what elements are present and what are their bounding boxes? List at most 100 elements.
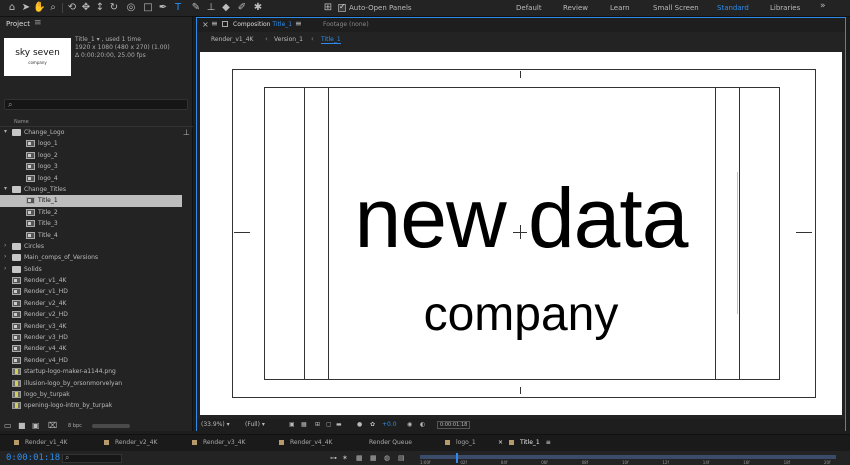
project-item[interactable]: logo_by_turpak (0, 389, 182, 400)
project-item[interactable]: Render_v4_HD (0, 355, 182, 366)
roto-brush-tool-icon[interactable]: ✐ (236, 2, 248, 14)
timeline-tab[interactable]: Render Queue (369, 439, 412, 446)
composition-menu-icon[interactable]: ≡ (295, 19, 302, 28)
timeline-search-input[interactable]: ⌕ (62, 453, 122, 463)
home-icon[interactable]: ⌂ (6, 2, 18, 14)
workspace-default[interactable]: Default (516, 4, 542, 12)
project-item[interactable]: Render_v1_HD (0, 286, 182, 297)
project-item[interactable]: Render_v2_4K (0, 298, 182, 309)
project-item[interactable]: Title_3 (0, 218, 182, 229)
project-item[interactable]: › Circles (0, 241, 182, 252)
rectangle-tool-icon[interactable]: □ (142, 2, 154, 14)
resolution-dropdown[interactable]: (Full) ▾ (245, 421, 265, 428)
channel-icon[interactable]: ● (357, 421, 362, 428)
project-search-input[interactable]: ⌕ (4, 99, 188, 110)
project-item[interactable]: Render_v3_4K (0, 321, 182, 332)
title-text-layer[interactable]: new data (200, 170, 842, 266)
project-item[interactable]: › Main_comps_of_Versions (0, 252, 182, 263)
region-of-interest-icon[interactable]: ▣ (289, 421, 295, 428)
project-item[interactable]: opening-logo-intro_by_turpak (0, 400, 182, 411)
project-item[interactable]: Title_1 (0, 195, 182, 207)
tab-menu-icon[interactable]: ≡ (546, 439, 551, 446)
snapping-icon[interactable]: ⊞ (322, 2, 334, 14)
project-item[interactable]: Title_4 (0, 230, 182, 241)
project-panel-title[interactable]: Project (6, 20, 30, 28)
type-tool-icon[interactable]: T (172, 2, 184, 14)
expand-right-icon[interactable]: › (4, 265, 6, 272)
interpret-footage-icon[interactable]: ▭ (4, 421, 12, 430)
project-item[interactable]: Render_v1_4K (0, 275, 182, 286)
time-ruler[interactable]: 1:00f 02f 04f 06f 08f 10f 12f 14f 16f 18f 20f (420, 451, 836, 465)
project-item[interactable]: Render_v2_HD (0, 309, 182, 320)
auto-open-panels-checkbox[interactable] (338, 2, 346, 12)
workspace-small-screen[interactable]: Small Screen (653, 4, 699, 12)
workspace-review[interactable]: Review (563, 4, 588, 12)
timeline-tab[interactable]: Render_v1_4K (14, 439, 67, 446)
breadcrumb-render-v1-4k[interactable]: Render_v1_4K (211, 36, 253, 43)
shy-layers-icon[interactable]: ▦ (356, 454, 363, 462)
project-item[interactable]: logo_4 (0, 173, 182, 184)
trash-icon[interactable]: ⌧ (48, 421, 57, 430)
transparency-grid-icon[interactable]: ▦ (301, 421, 307, 428)
orbit-tool-icon[interactable]: ⟲ (66, 2, 78, 14)
timeline-tab[interactable]: logo_1 (445, 439, 476, 446)
pan-behind-tool-icon[interactable]: ◎ (125, 2, 137, 14)
project-item[interactable]: Title_2 (0, 207, 182, 218)
frame-blending-icon[interactable]: ▦ (370, 454, 377, 462)
expand-down-icon[interactable]: ▾ (4, 128, 7, 135)
project-item[interactable]: Render_v3_HD (0, 332, 182, 343)
pen-tool-icon[interactable]: ✒ (157, 2, 169, 14)
clone-stamp-tool-icon[interactable]: ⊥ (205, 2, 217, 14)
pan-tool-icon[interactable]: ✥ (80, 2, 92, 14)
new-composition-icon[interactable]: ▣ (32, 421, 40, 430)
project-item[interactable]: logo_1 (0, 138, 182, 149)
breadcrumb-version-1[interactable]: Version_1 (274, 36, 303, 43)
timeline-tab[interactable]: × Title_1 ≡ (498, 439, 551, 446)
expand-down-icon[interactable]: ▾ (4, 185, 7, 192)
eraser-tool-icon[interactable]: ◆ (220, 2, 232, 14)
composition-viewer[interactable]: new data company (200, 52, 842, 415)
workspace-learn[interactable]: Learn (610, 4, 630, 12)
workspace-libraries[interactable]: Libraries (770, 4, 800, 12)
project-item[interactable]: logo_2 (0, 150, 182, 161)
project-item[interactable]: startup-logo-maker-a1144.png (0, 366, 182, 377)
rotation-tool-icon[interactable]: ↻ (108, 2, 120, 14)
project-item[interactable]: Render_v4_4K (0, 343, 182, 354)
project-item[interactable]: ▾ Change_Titles (0, 184, 182, 195)
puppet-pin-tool-icon[interactable]: ✱ (252, 2, 264, 14)
graph-editor-icon[interactable]: ▤ (398, 454, 405, 462)
3d-view-icon[interactable]: ▬ (336, 421, 342, 428)
timeline-tab[interactable]: Render_v4_4K (279, 439, 332, 446)
project-item[interactable]: logo_3 (0, 161, 182, 172)
show-snapshot-icon[interactable]: ◐ (420, 421, 425, 428)
footage-tab[interactable]: Footage (none) (323, 21, 369, 28)
breadcrumb-title-1[interactable]: Title_1 (321, 36, 341, 44)
viewer-timecode[interactable]: 0:00:01:18 (437, 421, 471, 429)
timeline-tab[interactable]: Render_v2_4K (104, 439, 157, 446)
composition-tab[interactable]: Composition Title_1 (233, 21, 292, 28)
expand-right-icon[interactable]: › (4, 253, 6, 260)
panel-menu-icon[interactable]: ≡ (34, 18, 42, 28)
draft-3d-icon[interactable]: ✶ (342, 454, 348, 462)
subtitle-text-layer[interactable]: company (200, 288, 842, 342)
brush-tool-icon[interactable]: ✎ (190, 2, 202, 14)
dolly-tool-icon[interactable]: ↕ (94, 2, 106, 14)
selection-tool-icon[interactable]: ➤ (20, 2, 32, 14)
timeline-tab[interactable]: Render_v3_4K (192, 439, 245, 446)
workspace-standard[interactable]: Standard (717, 4, 749, 12)
current-time-display[interactable]: 0:00:01:18 (6, 453, 60, 463)
composition-mini-flowchart-icon[interactable]: ⊶ (330, 454, 337, 462)
project-item[interactable]: ▾ Change_Logo (0, 127, 182, 138)
playhead[interactable] (456, 453, 458, 463)
project-item[interactable]: illusion-logo_by_orsonmorvelyan (0, 378, 182, 389)
bit-depth-label[interactable]: 8 bpc (68, 423, 82, 429)
zoom-tool-icon[interactable]: ⌕ (47, 2, 59, 14)
tab-menu-icon[interactable]: ≡ (211, 19, 218, 28)
more-workspaces-icon[interactable]: » (820, 1, 826, 11)
close-tab-icon[interactable]: × (498, 439, 503, 446)
expand-right-icon[interactable]: › (4, 242, 6, 249)
hand-tool-icon[interactable]: ✋ (33, 2, 45, 14)
exposure-value[interactable]: +0.0 (382, 421, 397, 428)
new-folder-icon[interactable]: ■ (18, 421, 26, 430)
lock-icon[interactable] (222, 21, 228, 27)
